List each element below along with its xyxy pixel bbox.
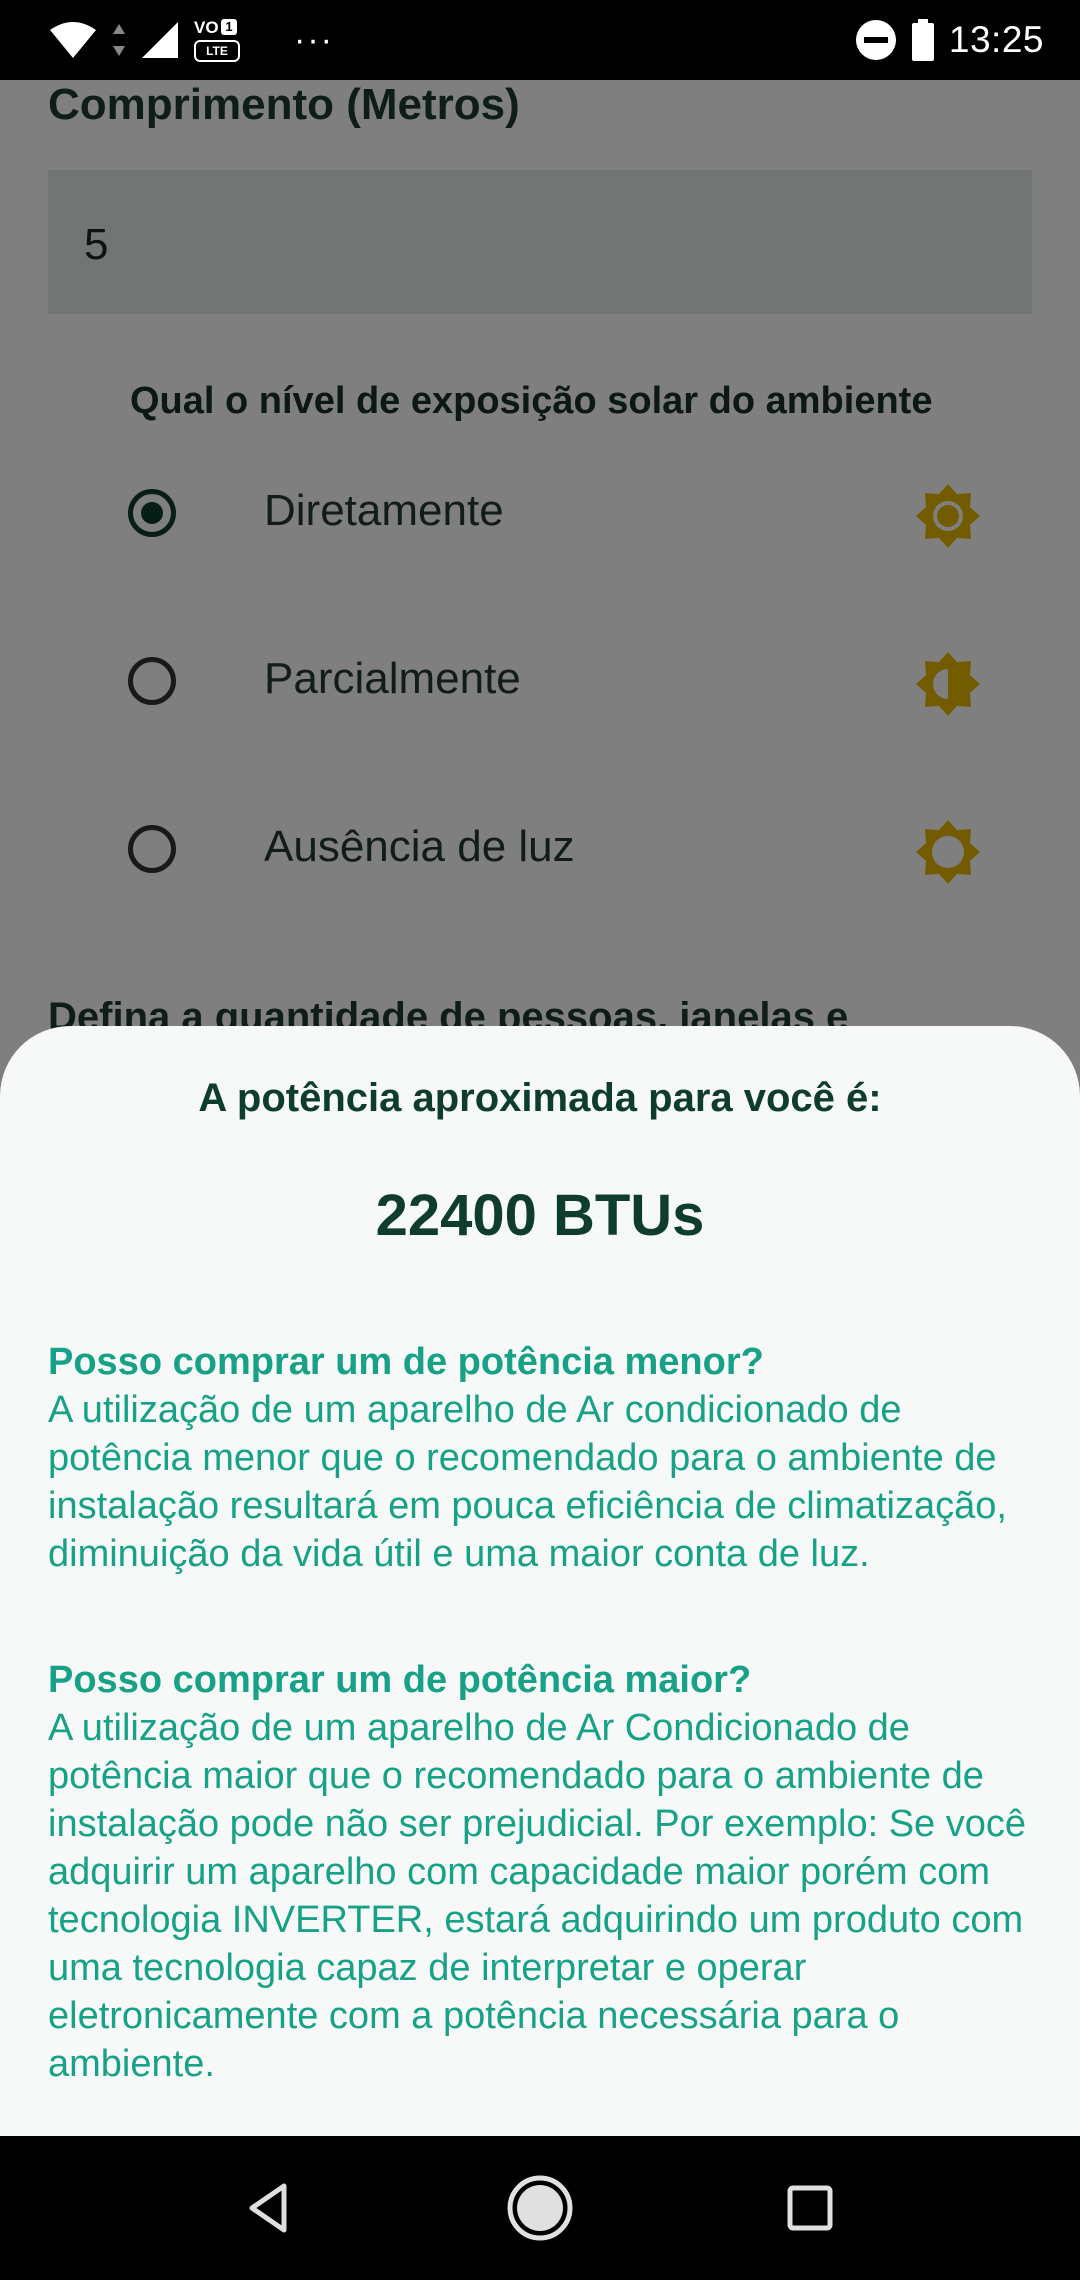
signal-icon bbox=[142, 22, 178, 58]
volte-indicator: VO 1 LTE bbox=[194, 18, 240, 62]
more-notifications-indicator: ··· bbox=[294, 21, 334, 59]
result-bottom-sheet: A potência aproximada para você é: 22400… bbox=[0, 1026, 1080, 2136]
faq-item: Posso comprar um de potência menor? A ut… bbox=[48, 1338, 1038, 1578]
data-arrows-icon bbox=[113, 24, 125, 56]
back-icon[interactable] bbox=[238, 2176, 302, 2240]
faq-item: Posso comprar um de potência maior? A ut… bbox=[48, 1656, 1038, 2088]
screen: VO 1 LTE ··· 13:25 Comprimento (Metros) … bbox=[0, 0, 1080, 2280]
battery-icon bbox=[911, 19, 934, 61]
home-icon[interactable] bbox=[506, 2174, 574, 2242]
recents-icon[interactable] bbox=[778, 2176, 842, 2240]
status-bar: VO 1 LTE ··· 13:25 bbox=[0, 0, 1080, 80]
lte-label: LTE bbox=[194, 40, 240, 62]
navigation-bar bbox=[0, 2136, 1080, 2280]
volte-label: VO bbox=[194, 18, 219, 37]
faq-question: Posso comprar um de potência maior? bbox=[48, 1659, 752, 1701]
result-value: 22400 BTUs bbox=[375, 1183, 705, 1248]
result-title: A potência aproximada para você é: bbox=[198, 1076, 882, 1120]
clock: 13:25 bbox=[948, 19, 1044, 60]
faq-question: Posso comprar um de potência menor? bbox=[48, 1341, 764, 1383]
wifi-icon bbox=[50, 22, 96, 58]
volte-sim: 1 bbox=[221, 19, 237, 35]
faq-answer: A utilização de um aparelho de Ar condic… bbox=[48, 1389, 1007, 1575]
dnd-icon bbox=[855, 20, 896, 60]
faq-answer: A utilização de um aparelho de Ar Condic… bbox=[48, 1707, 1027, 2085]
